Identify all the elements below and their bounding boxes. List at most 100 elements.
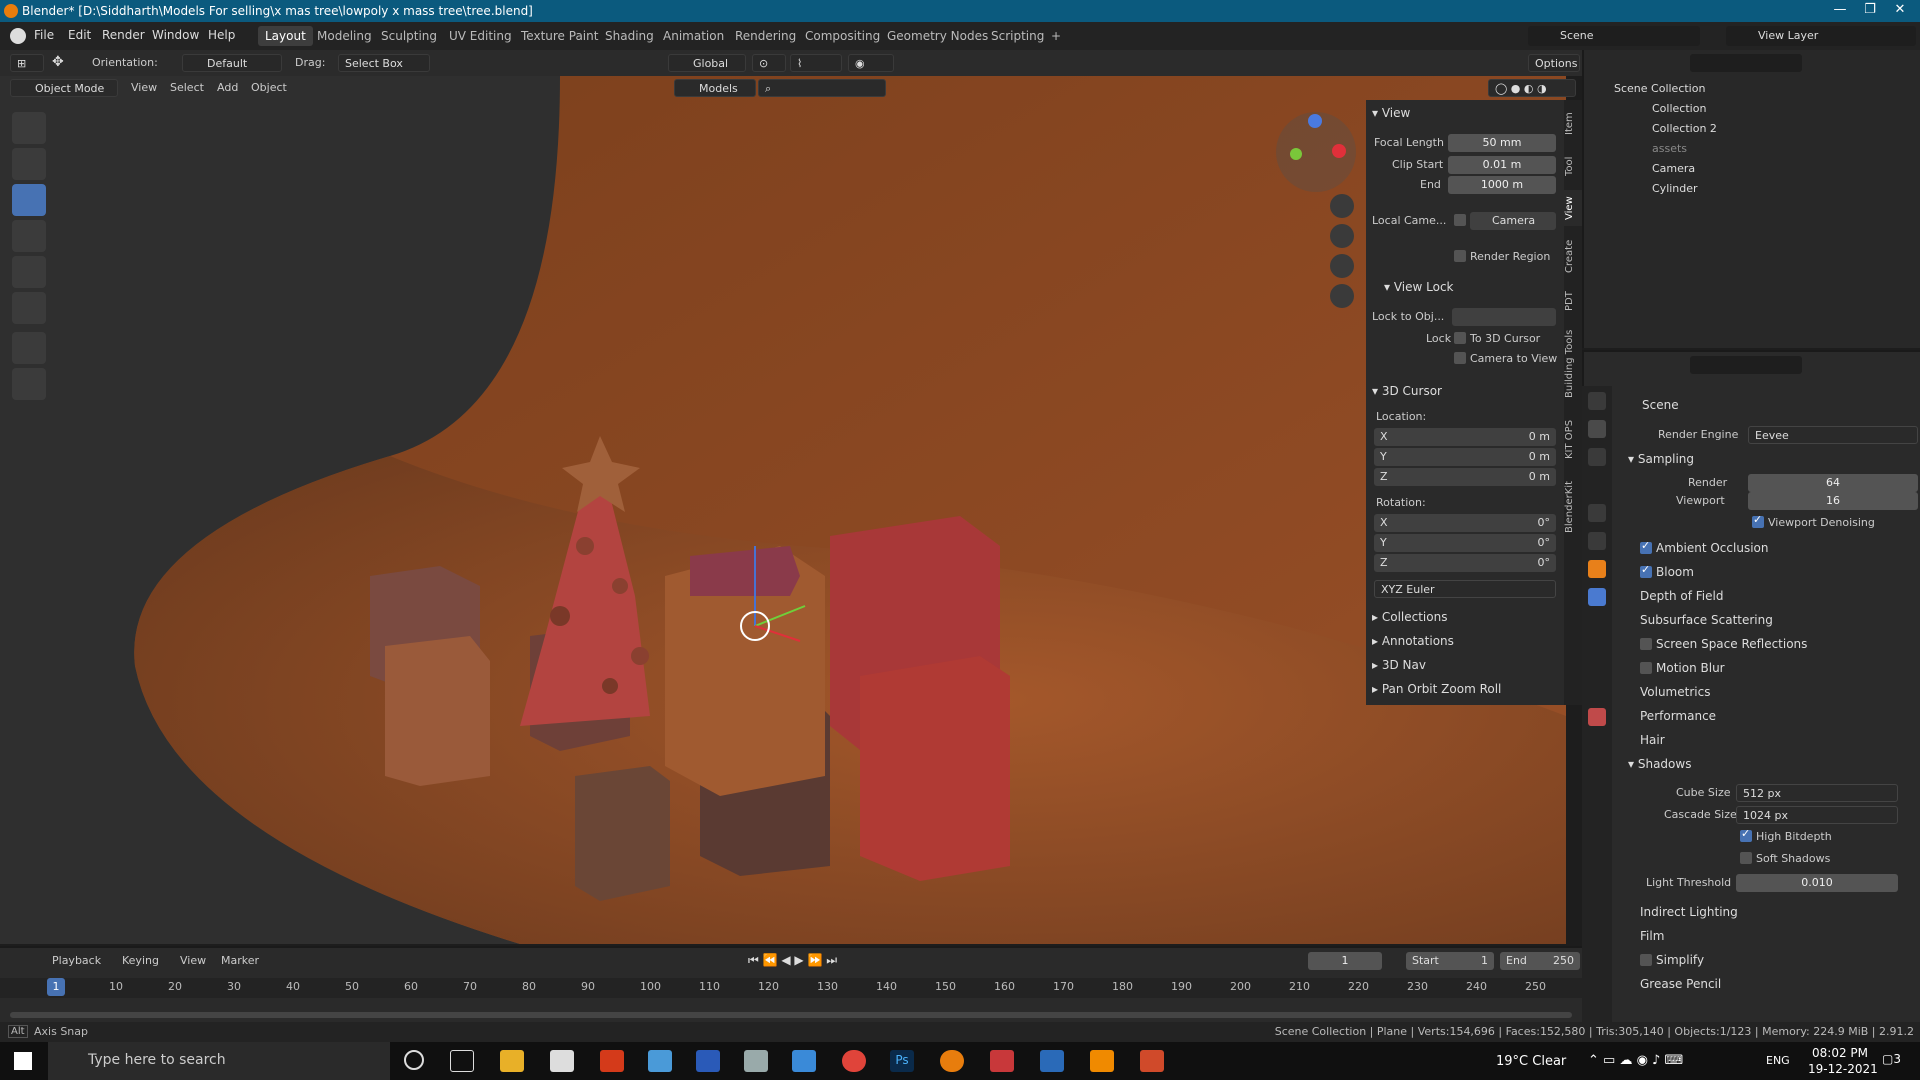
pan-orbit-panel[interactable]: ▸ Pan Orbit Zoom Roll <box>1372 682 1501 696</box>
outliner-search[interactable] <box>1690 54 1802 72</box>
grease-pencil-panel[interactable]: Grease Pencil <box>1584 974 1892 996</box>
render-properties-tab-icon[interactable] <box>1588 420 1606 438</box>
menu-add[interactable]: Add <box>217 81 238 94</box>
office-icon[interactable] <box>600 1050 624 1072</box>
store-icon[interactable] <box>550 1050 574 1072</box>
move-tool[interactable] <box>12 184 46 216</box>
tab-layout[interactable]: Layout <box>258 26 313 46</box>
indirect-lighting-panel[interactable]: Indirect Lighting <box>1584 902 1892 924</box>
menu-window[interactable]: Window <box>152 28 199 42</box>
outliner-row-collection[interactable]: Collection <box>1584 98 1920 118</box>
cursor-rotation-x[interactable]: X 0° <box>1374 514 1556 532</box>
menu-render[interactable]: Render <box>102 28 145 42</box>
light-threshold-field[interactable]: 0.010 <box>1736 874 1898 892</box>
menu-select[interactable]: Select <box>170 81 204 94</box>
axis-y-icon[interactable] <box>1290 148 1302 160</box>
tab-shading[interactable]: Shading <box>598 26 661 46</box>
tool-properties-tab-icon[interactable] <box>1588 392 1606 410</box>
subsurface-scattering-panel[interactable]: Subsurface Scattering <box>1584 610 1892 632</box>
tab-pdt[interactable]: PDT <box>1564 286 1582 316</box>
render-samples-field[interactable]: 64 <box>1748 474 1918 492</box>
cursor-rotation-y[interactable]: Y 0° <box>1374 534 1556 552</box>
camera-view-icon[interactable] <box>1330 254 1354 278</box>
timeline-keying-menu[interactable]: Keying <box>122 954 159 967</box>
blender-menu-icon[interactable] <box>10 28 26 44</box>
cursor-location-z[interactable]: Z0 m <box>1374 468 1556 486</box>
pivot-point-dropdown[interactable]: ⊙ <box>752 54 786 72</box>
timeline-scrollbar[interactable] <box>10 1012 1572 1018</box>
outliner-row-camera[interactable]: Camera <box>1584 158 1920 178</box>
proportional-edit-button[interactable]: ◉ <box>848 54 894 72</box>
material-properties-tab-icon[interactable] <box>1588 708 1606 726</box>
outliner-row-collection-2[interactable]: Collection 2 <box>1584 118 1920 138</box>
close-button[interactable]: ✕ <box>1880 2 1920 17</box>
clip-start-field[interactable]: 0.01 m <box>1448 156 1556 174</box>
measure-tool[interactable] <box>12 368 46 400</box>
tab-building-tools[interactable]: Building Tools <box>1564 324 1582 404</box>
screen-space-reflections-panel[interactable]: Screen Space Reflections <box>1584 634 1892 656</box>
mode-dropdown[interactable]: Object Mode <box>10 79 118 97</box>
sampling-header[interactable]: ▾ Sampling <box>1628 452 1694 466</box>
vlc-icon[interactable] <box>1090 1050 1114 1072</box>
cortana-icon[interactable] <box>404 1050 424 1070</box>
soft-shadows-checkbox[interactable] <box>1740 852 1752 864</box>
simplify-panel[interactable]: Simplify <box>1584 950 1892 972</box>
outliner-row-assets[interactable]: assets <box>1584 138 1920 158</box>
annotate-tool[interactable] <box>12 332 46 364</box>
clock-time[interactable]: 08:02 PM <box>1812 1046 1868 1060</box>
menu-file[interactable]: File <box>34 28 54 42</box>
tab-create[interactable]: Create <box>1564 234 1582 278</box>
tab-uv-editing[interactable]: UV Editing <box>442 26 519 46</box>
taskbar-search-box[interactable]: Type here to search <box>48 1042 390 1080</box>
render-engine-dropdown[interactable]: Eevee <box>1748 426 1918 444</box>
object-properties-tab-icon[interactable] <box>1588 560 1606 578</box>
performance-panel[interactable]: Performance <box>1584 706 1892 728</box>
end-frame-field[interactable]: End 250 <box>1500 952 1580 970</box>
world-properties-tab-icon[interactable] <box>1588 532 1606 550</box>
tab-tool[interactable]: Tool <box>1564 150 1582 182</box>
tab-blenderkit[interactable]: BlenderKit <box>1564 474 1582 540</box>
tab-geometry-nodes[interactable]: Geometry Nodes <box>880 26 995 46</box>
rotate-tool[interactable] <box>12 220 46 252</box>
navigation-gizmo[interactable] <box>1276 112 1356 192</box>
powerpoint-icon[interactable] <box>1140 1050 1164 1072</box>
weather-widget[interactable]: 19°C Clear <box>1496 1054 1566 1069</box>
collection-dropdown[interactable]: Models <box>674 79 756 97</box>
system-tray-icons[interactable]: ⌃ ▭ ☁ ◉ ♪ ⌨ <box>1588 1053 1683 1068</box>
file-explorer-icon[interactable] <box>500 1050 524 1072</box>
app-icon[interactable] <box>648 1050 672 1072</box>
outliner-row-cylinder[interactable]: Cylinder <box>1584 178 1920 198</box>
cube-size-dropdown[interactable]: 512 px <box>1736 784 1898 802</box>
menu-view[interactable]: View <box>131 81 157 94</box>
language-indicator[interactable]: ENG <box>1766 1054 1790 1067</box>
app-icon-2[interactable] <box>744 1050 768 1072</box>
view-layer-selector[interactable]: View Layer <box>1726 26 1916 46</box>
cursor-location-x[interactable]: X0 m <box>1374 428 1556 446</box>
windows-start-icon[interactable] <box>14 1052 32 1070</box>
scene-collection-row[interactable]: Scene Collection <box>1584 78 1920 98</box>
modifier-properties-tab-icon[interactable] <box>1588 588 1606 606</box>
orientation-dropdown[interactable]: Default <box>182 54 282 72</box>
playback-controls[interactable]: ⏮ ⏪ ◀ ▶ ⏩ ⏭ <box>748 953 837 968</box>
film-panel[interactable]: Film <box>1584 926 1892 948</box>
lock-to-object-field[interactable] <box>1452 308 1556 326</box>
axis-x-icon[interactable] <box>1332 144 1346 158</box>
notification-icon[interactable]: ▢3 <box>1882 1052 1901 1066</box>
hair-panel[interactable]: Hair <box>1584 730 1892 752</box>
photoshop-icon[interactable]: Ps <box>890 1050 914 1072</box>
app-icon-4[interactable] <box>990 1050 1014 1072</box>
depth-of-field-panel[interactable]: Depth of Field <box>1584 586 1892 608</box>
scene-properties-tab-icon[interactable] <box>1588 504 1606 522</box>
menu-help[interactable]: Help <box>208 28 235 42</box>
camera-to-view-checkbox[interactable] <box>1454 352 1466 364</box>
tab-animation[interactable]: Animation <box>656 26 731 46</box>
snap-dropdown[interactable]: ⌇ <box>790 54 842 72</box>
viewport-samples-field[interactable]: 16 <box>1748 492 1918 510</box>
scene-selector[interactable]: Scene <box>1528 26 1700 46</box>
zoom-icon[interactable] <box>1330 194 1354 218</box>
tab-scripting[interactable]: Scripting <box>984 26 1051 46</box>
volumetrics-panel[interactable]: Volumetrics <box>1584 682 1892 704</box>
chrome-icon[interactable] <box>842 1050 866 1072</box>
3d-cursor-header[interactable]: ▾ 3D Cursor <box>1372 384 1442 398</box>
shadows-panel[interactable]: ▾ Shadows <box>1584 754 1892 776</box>
